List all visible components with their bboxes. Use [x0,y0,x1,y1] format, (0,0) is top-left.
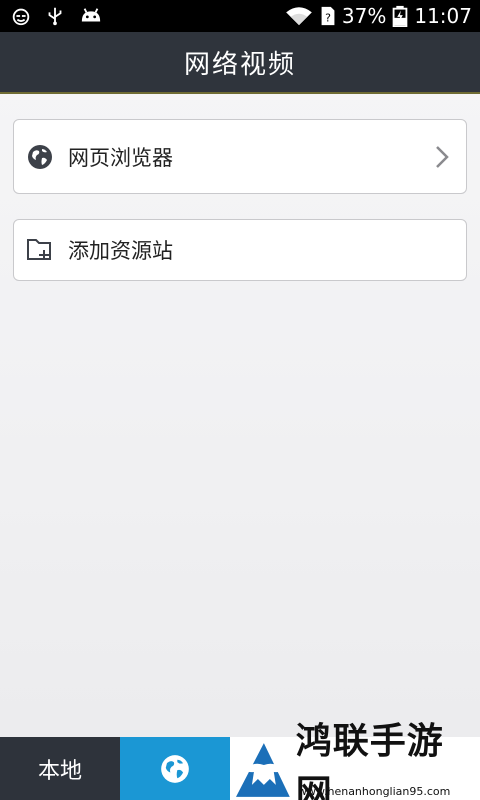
globe-icon [161,754,189,783]
tab-online[interactable] [120,737,230,800]
wifi-icon [286,7,312,26]
android-icon [81,8,101,22]
chevron-right-icon [436,145,449,168]
tab-local[interactable]: 本地 [0,737,120,800]
list-item-add-source[interactable]: 添加资源站 [13,219,467,281]
status-left [10,5,104,27]
bull-logo-icon [235,742,290,797]
watermark: 鸿联手游网 www.henanhonglian95.com [230,720,480,800]
usb-icon [48,7,62,26]
cat-face-icon [12,8,30,26]
status-bar: ? 37% 11:07 [0,0,480,32]
globe-icon [26,143,54,171]
page-title: 网络视频 [183,49,296,80]
title-bar: 网络视频 [0,32,480,94]
svg-text:?: ? [325,12,331,25]
sim-icon: ? [321,6,335,26]
list-item-web-browser[interactable]: 网页浏览器 [13,119,467,194]
bottom-nav: 本地 鸿联手游网 www.henanhonglian95.com [0,720,480,800]
battery-percent: 37% [341,4,387,28]
add-source-label: 添加资源站 [68,239,173,263]
tab-local-label: 本地 [37,758,82,784]
status-right: ? 37% 11:07 [284,4,472,28]
web-browser-label: 网页浏览器 [68,145,173,170]
folder-add-icon [26,236,54,264]
status-time: 11:07 [414,4,472,28]
battery-charging-icon [393,5,408,27]
watermark-url: www.henanhonglian95.com [298,785,451,798]
